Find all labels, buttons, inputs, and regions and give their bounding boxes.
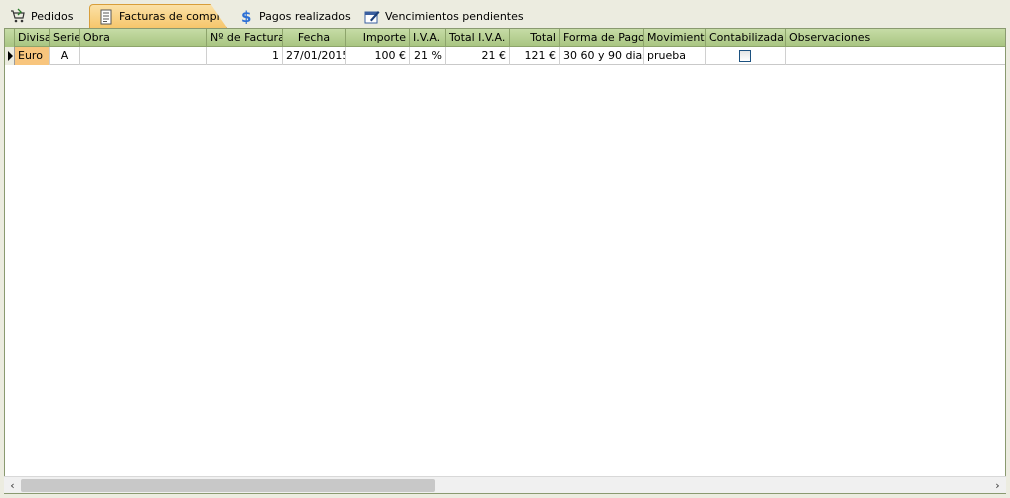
cell-observaciones[interactable] (786, 47, 1005, 65)
svg-text:$: $ (241, 8, 251, 24)
col-header-numero[interactable]: Nº de Factura (207, 29, 283, 47)
pen-calendar-icon (364, 8, 380, 24)
cell-obra[interactable] (80, 47, 207, 65)
tab-vencimientos-pendientes[interactable]: Vencimientos pendientes (356, 4, 534, 28)
cell-contabilizada (706, 47, 786, 65)
col-header-obra[interactable]: Obra (80, 29, 207, 47)
scrollbar-thumb[interactable] (21, 479, 435, 492)
col-header-total[interactable]: Total (510, 29, 560, 47)
dollar-icon: $ (238, 8, 254, 24)
tab-pedidos[interactable]: Pedidos (2, 4, 84, 28)
horizontal-scrollbar[interactable]: ‹ › (4, 476, 1006, 493)
col-header-divisa[interactable]: Divisa (15, 29, 50, 47)
col-header-contabilizada[interactable]: Contabilizada (706, 29, 786, 47)
tab-label: Pagos realizados (259, 9, 351, 23)
col-header-observaciones[interactable]: Observaciones (786, 29, 1005, 47)
cell-divisa[interactable]: Euro (15, 47, 50, 65)
row-indicator (5, 47, 15, 65)
grid-header: Divisa Serie Obra Nº de Factura Fecha Im… (5, 29, 1005, 47)
scroll-right-button[interactable]: › (989, 477, 1006, 494)
col-header-serie[interactable]: Serie (50, 29, 80, 47)
cell-movimiento[interactable]: prueba (644, 47, 706, 65)
col-header-movimiento[interactable]: Movimiento (644, 29, 706, 47)
cell-total[interactable]: 121 € (510, 47, 560, 65)
cell-fecha[interactable]: 27/01/2015 (283, 47, 346, 65)
cell-numero[interactable]: 1 (207, 47, 283, 65)
cell-serie[interactable]: A (50, 47, 80, 65)
tab-label: Vencimientos pendientes (385, 9, 524, 23)
tab-pagos-realizados[interactable]: $ Pagos realizados (230, 4, 361, 28)
row-indicator-header (5, 29, 15, 47)
cell-forma-pago[interactable]: 30 60 y 90 dias (560, 47, 644, 65)
tab-label: Facturas de compra (119, 10, 228, 23)
table-row[interactable]: Euro A 1 27/01/2015 100 € 21 % 21 € 121 … (5, 47, 1005, 65)
tab-facturas-de-compra[interactable]: Facturas de compra (89, 4, 227, 28)
cell-total-iva[interactable]: 21 € (446, 47, 510, 65)
cell-importe[interactable]: 100 € (346, 47, 410, 65)
invoices-grid[interactable]: Divisa Serie Obra Nº de Factura Fecha Im… (4, 28, 1006, 494)
cart-icon (10, 8, 26, 24)
col-header-total-iva[interactable]: Total I.V.A. (446, 29, 510, 47)
cell-iva[interactable]: 21 % (410, 47, 446, 65)
col-header-forma-pago[interactable]: Forma de Pago (560, 29, 644, 47)
contabilizada-checkbox[interactable] (739, 50, 751, 62)
tab-strip: Pedidos Facturas de compra $ Pagos reali… (0, 0, 1010, 28)
col-header-importe[interactable]: Importe (346, 29, 410, 47)
col-header-fecha[interactable]: Fecha (283, 29, 346, 47)
chevron-left-icon: ‹ (10, 479, 15, 492)
invoice-icon (98, 9, 114, 25)
col-header-iva[interactable]: I.V.A. (410, 29, 446, 47)
chevron-right-icon: › (995, 479, 1000, 492)
scroll-left-button[interactable]: ‹ (4, 477, 21, 494)
tab-label: Pedidos (31, 9, 74, 23)
current-row-arrow-icon (8, 51, 13, 61)
